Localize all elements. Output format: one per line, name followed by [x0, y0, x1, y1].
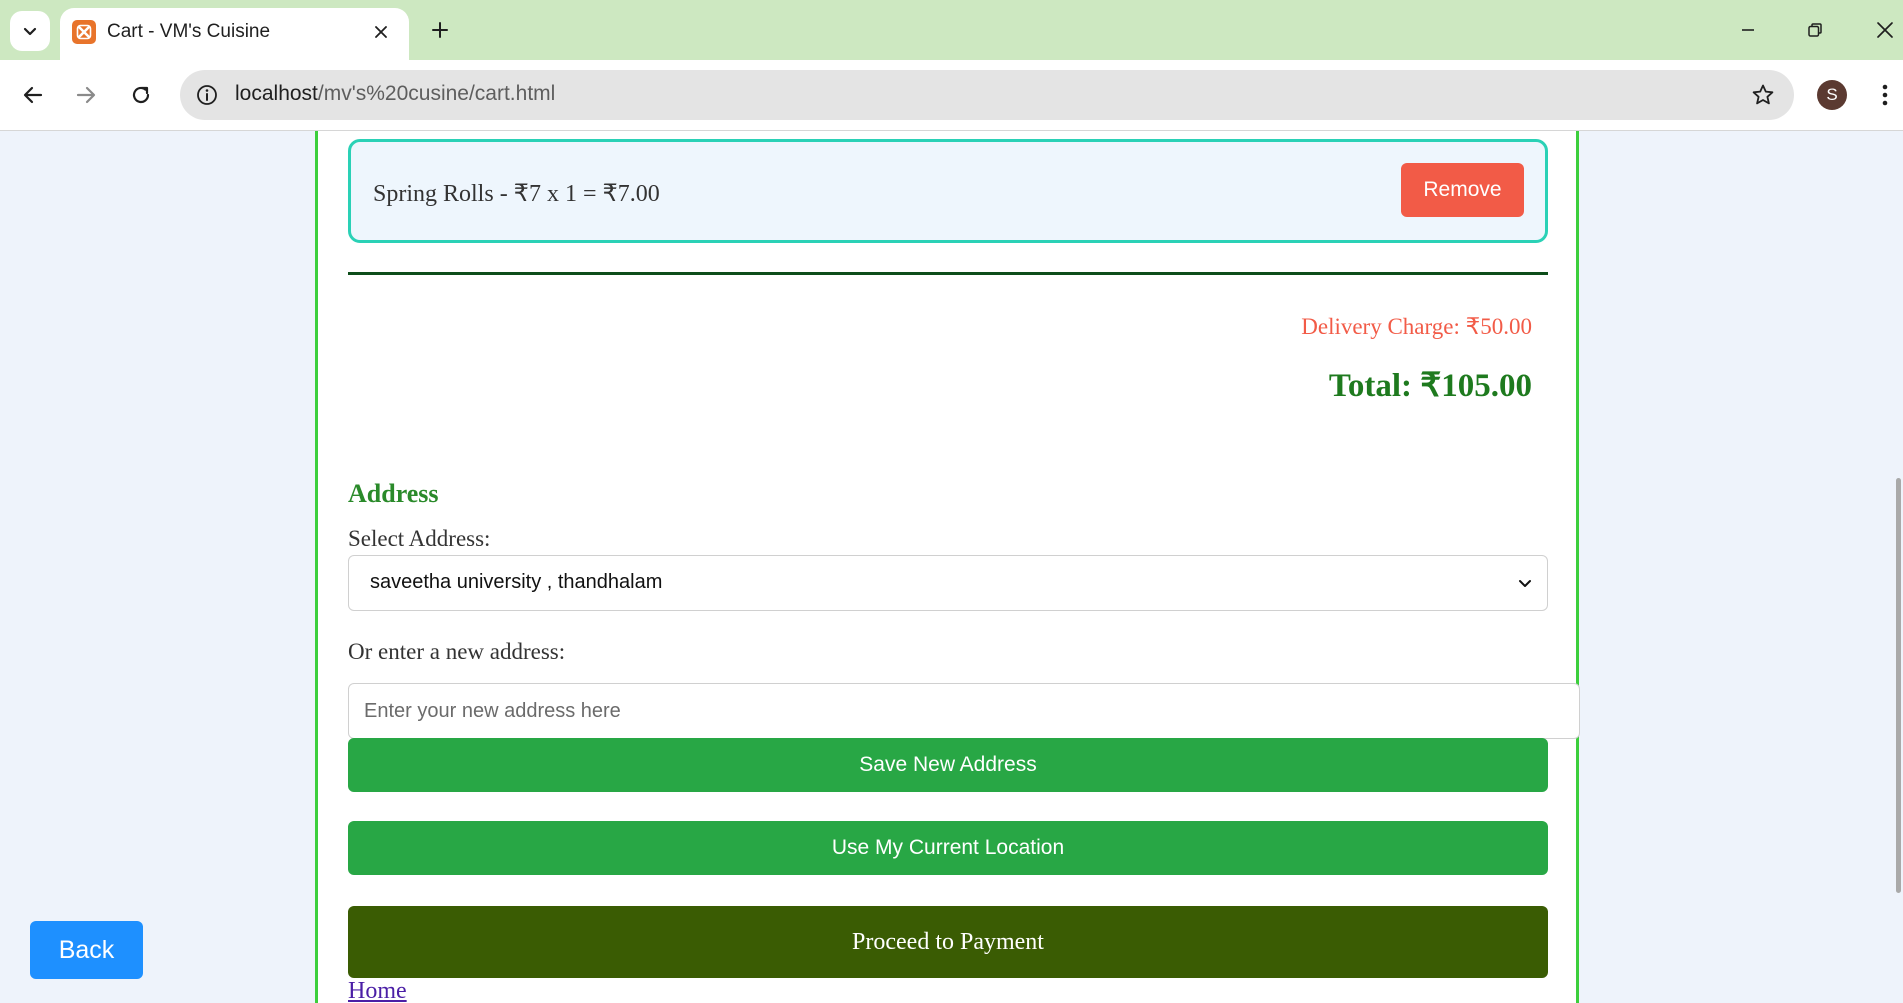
browser-toolbar: localhost/mv's%20cusine/cart.html S [0, 60, 1903, 131]
address-bar[interactable]: localhost/mv's%20cusine/cart.html [180, 70, 1794, 120]
chevron-down-icon [23, 27, 37, 36]
minimize-window-button[interactable] [1724, 10, 1772, 50]
cart-divider [348, 272, 1548, 275]
tab-search-button[interactable] [10, 11, 50, 51]
back-button[interactable]: Back [30, 921, 143, 979]
forward-nav-button[interactable] [65, 74, 107, 116]
restore-window-button[interactable] [1791, 10, 1839, 50]
reload-icon [132, 86, 150, 104]
address-heading: Address [348, 479, 439, 508]
select-address-label: Select Address: [348, 526, 491, 551]
bookmark-button[interactable] [1748, 80, 1778, 110]
cart-item: Spring Rolls - ₹7 x 1 = ₹7.00 Remove [348, 139, 1548, 243]
plus-icon [432, 22, 448, 38]
restore-icon [1808, 23, 1822, 37]
xampp-icon [72, 20, 96, 44]
star-icon [1752, 84, 1774, 105]
scrollbar-thumb[interactable] [1896, 478, 1901, 893]
info-icon[interactable] [194, 82, 220, 108]
close-icon [375, 26, 387, 38]
browser-tab-active[interactable]: Cart - VM's Cuisine [60, 8, 409, 60]
back-nav-button[interactable] [12, 74, 54, 116]
new-address-input[interactable] [348, 683, 1580, 739]
page-viewport: Spring Rolls - ₹7 x 1 = ₹7.00 Remove Del… [0, 131, 1903, 1003]
cart-item-text: Spring Rolls - ₹7 x 1 = ₹7.00 [373, 181, 660, 207]
address-select[interactable]: saveetha university , thandhalam [348, 555, 1548, 611]
address-select-value: saveetha university , thandhalam [370, 571, 663, 593]
close-window-button[interactable] [1861, 10, 1903, 50]
minimize-icon [1742, 29, 1754, 31]
profile-avatar[interactable]: S [1817, 80, 1847, 110]
home-link[interactable]: Home [348, 978, 407, 1003]
use-location-button[interactable]: Use My Current Location [348, 821, 1548, 875]
kebab-menu-icon [1882, 84, 1888, 106]
browser-tab-bar: Cart - VM's Cuisine [0, 0, 1903, 60]
tab-close-button[interactable] [367, 18, 395, 46]
new-tab-button[interactable] [424, 14, 456, 46]
reload-button[interactable] [120, 74, 162, 116]
url-path: /mv's%20cusine/cart.html [317, 82, 556, 105]
proceed-to-payment-button[interactable]: Proceed to Payment [348, 906, 1548, 978]
new-address-label: Or enter a new address: [348, 639, 566, 664]
url-host: localhost [235, 82, 318, 105]
close-icon [1877, 22, 1893, 38]
arrow-left-icon [23, 86, 43, 104]
delivery-charge: Delivery Charge: ₹50.00 [1301, 314, 1532, 339]
page-scrollbar[interactable] [1895, 131, 1903, 1003]
order-total: Total: ₹105.00 [1328, 368, 1532, 404]
tab-title: Cart - VM's Cuisine [107, 21, 271, 42]
chevron-down-icon [1515, 573, 1535, 593]
save-address-button[interactable]: Save New Address [348, 738, 1548, 792]
arrow-right-icon [76, 86, 96, 104]
browser-menu-button[interactable] [1870, 78, 1900, 112]
remove-item-button[interactable]: Remove [1401, 163, 1524, 217]
url-text: localhost/mv's%20cusine/cart.html [235, 82, 555, 106]
